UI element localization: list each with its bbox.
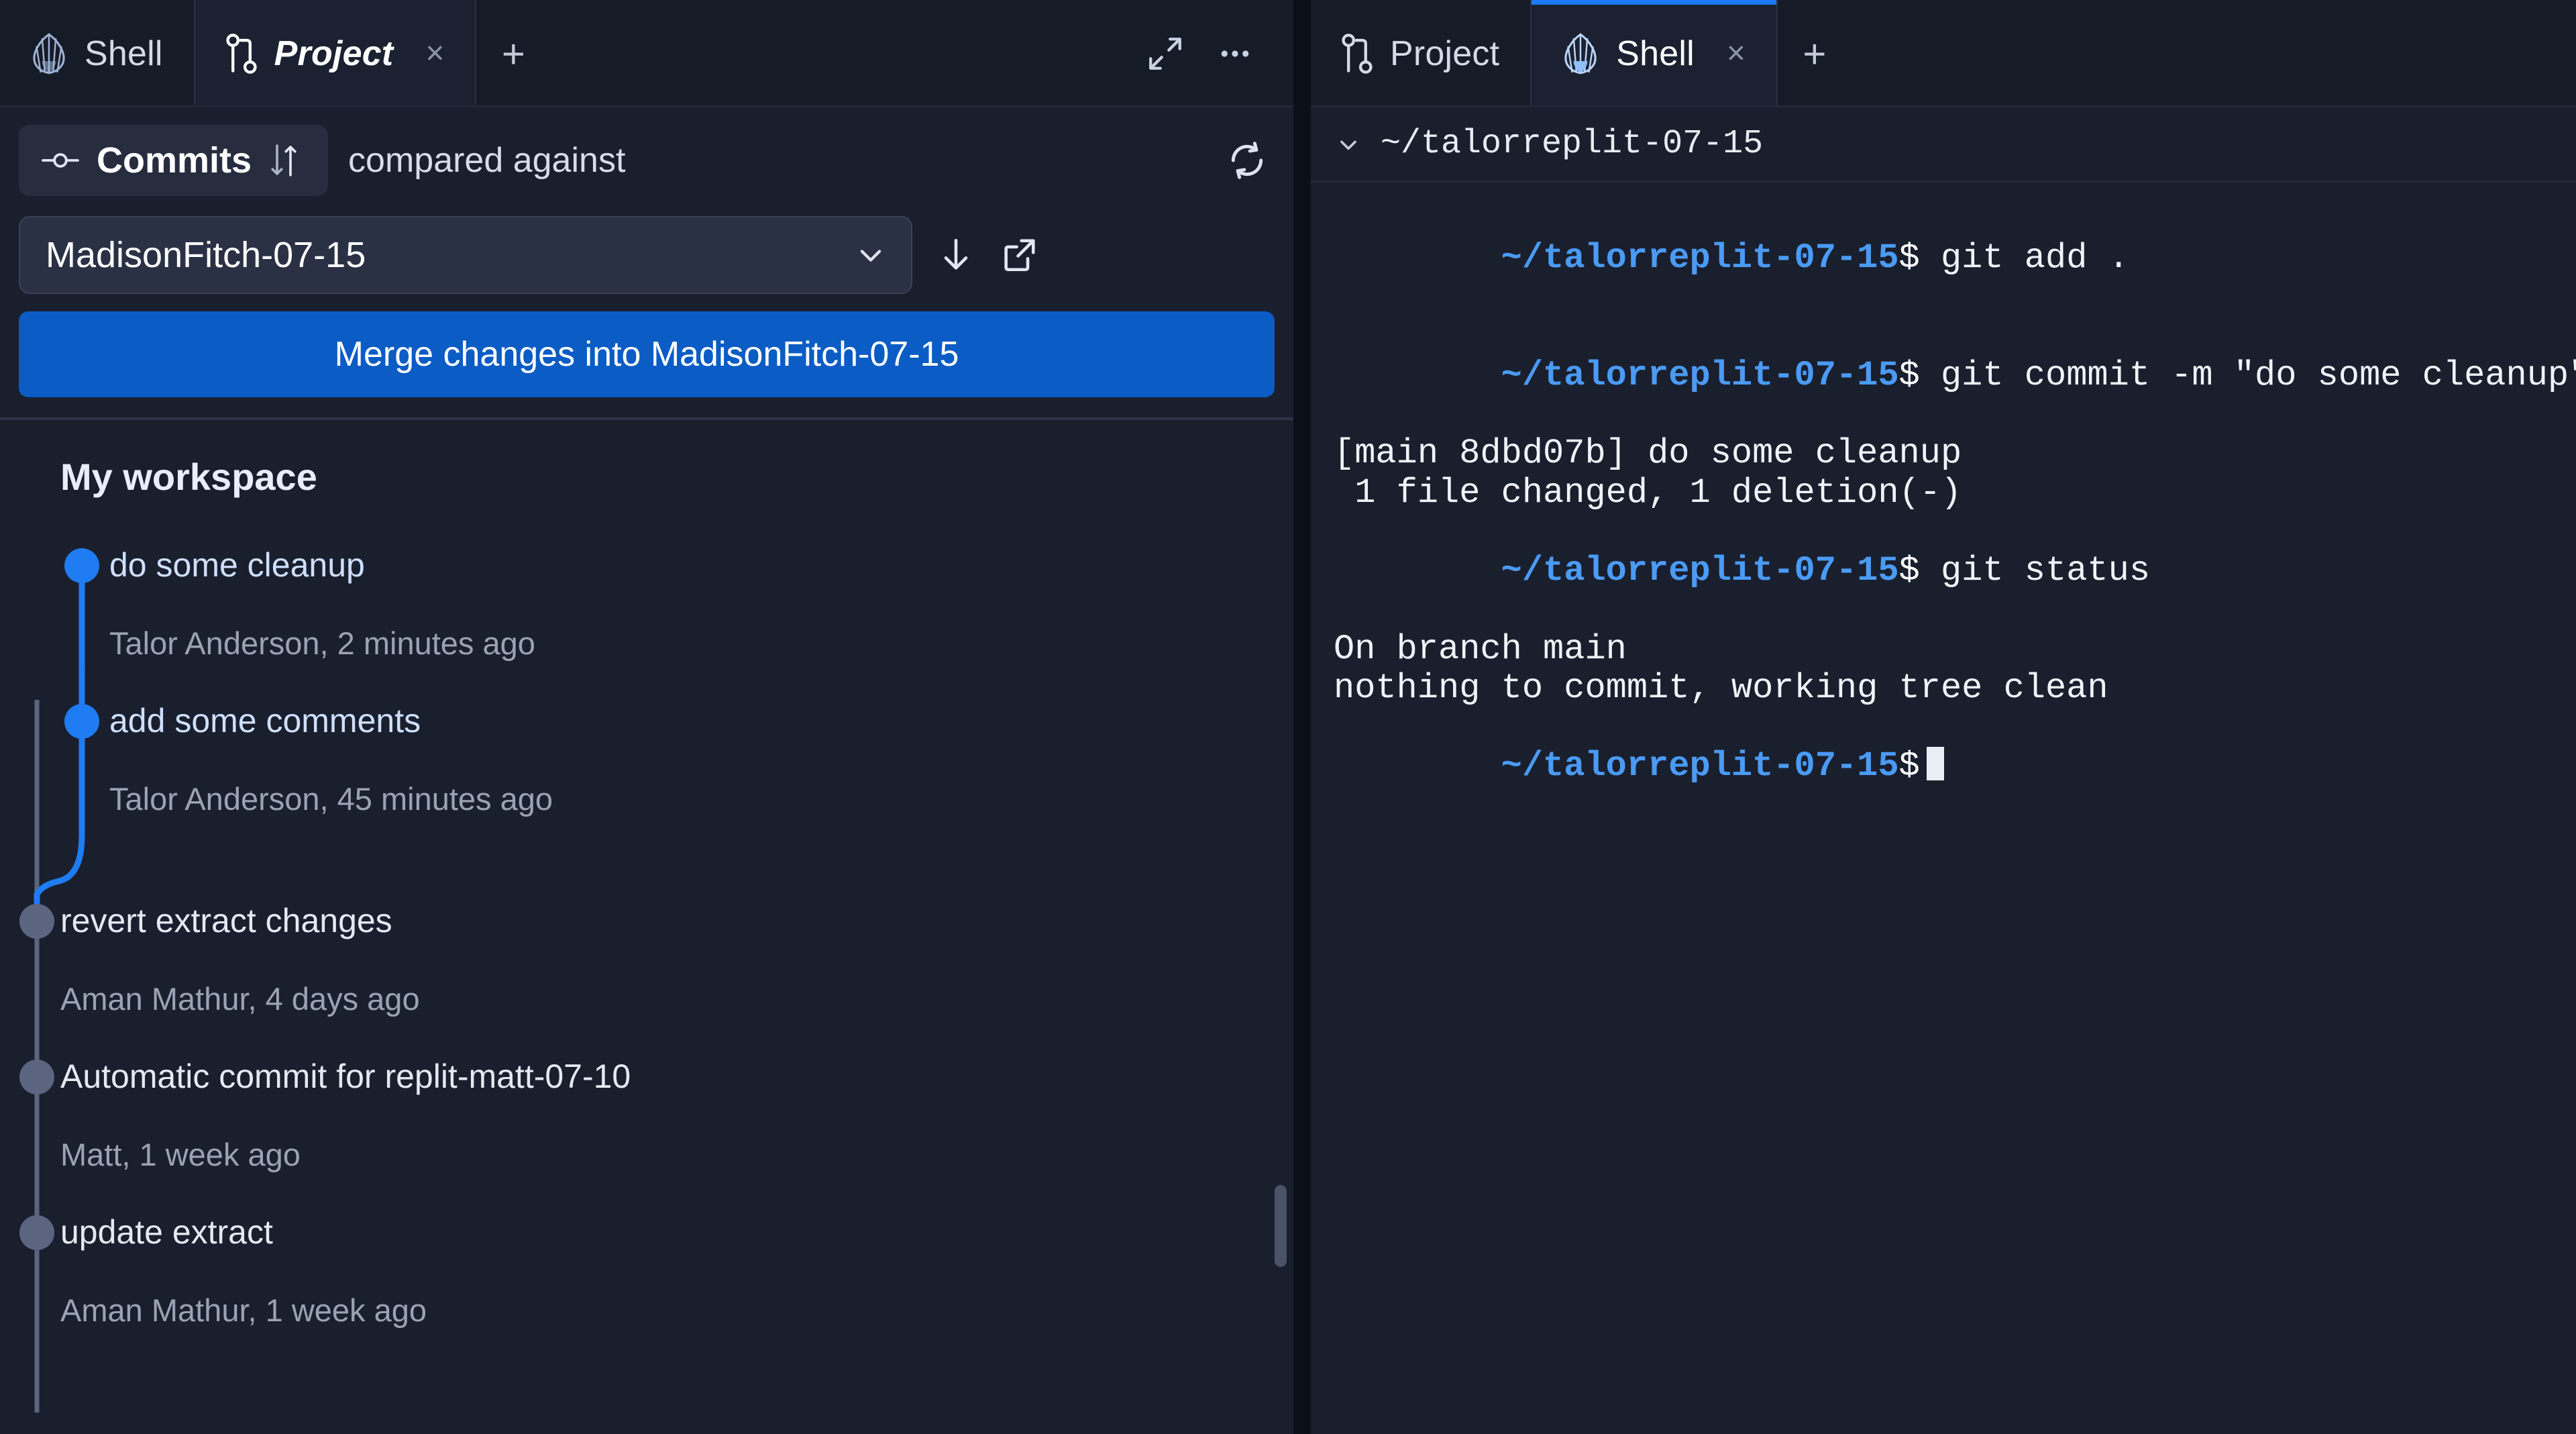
- terminal-prompt: ~/talorreplit-07-15: [1501, 551, 1899, 591]
- terminal-cursor: [1926, 747, 1944, 781]
- right-pane: Project Shell × + ~/talorreplit-07-15 ~/…: [1311, 0, 2576, 1434]
- commit-node-grey-3: [19, 1215, 54, 1250]
- commit-message: Automatic commit for replit-matt-07-10: [60, 1058, 631, 1095]
- git-branch-icon: [226, 33, 257, 74]
- terminal-line: ~/talorreplit-07-15$ git add .: [1334, 200, 2553, 317]
- commit-list[interactable]: My workspace do some cleanup Talor Ander…: [0, 420, 1293, 1434]
- commit-meta: Matt, 1 week ago: [60, 1137, 301, 1172]
- terminal-command: git commit -m "do some cleanup": [1919, 355, 2576, 395]
- right-tab-shell[interactable]: Shell ×: [1532, 0, 1776, 107]
- right-tabbar-spacer: [1851, 0, 2576, 107]
- right-tabbar-underline: [1311, 105, 2576, 107]
- sort-arrows-icon[interactable]: [269, 143, 299, 178]
- chevron-down-icon: [853, 238, 888, 272]
- terminal-line: [main 8dbd07b] do some cleanup: [1334, 433, 1962, 474]
- terminal-line: nothing to commit, working tree clean: [1334, 668, 2108, 708]
- commit-meta: Aman Mathur, 4 days ago: [60, 981, 420, 1017]
- right-tab-shell-label: Shell: [1616, 34, 1695, 73]
- terminal-line-active: ~/talorreplit-07-15$: [1334, 708, 2553, 825]
- compare-row: Commits compared against: [19, 125, 1275, 196]
- shell-icon: [1562, 33, 1599, 74]
- git-branch-icon: [1342, 33, 1373, 74]
- branch-row: MadisonFitch-07-15: [19, 216, 1275, 294]
- terminal-line: ~/talorreplit-07-15$ git status: [1334, 513, 2553, 630]
- workspace-root: Shell Project × + Commits compared again…: [0, 0, 2576, 1434]
- refresh-icon[interactable]: [1220, 133, 1275, 188]
- commit-node-blue-2: [64, 704, 99, 739]
- commit-meta: Talor Anderson, 45 minutes ago: [109, 781, 553, 817]
- commits-toggle-button[interactable]: Commits: [19, 125, 329, 196]
- terminal-prompt: ~/talorreplit-07-15: [1501, 746, 1899, 786]
- left-tabbar-actions: [1146, 0, 1293, 107]
- branch-select[interactable]: MadisonFitch-07-15: [19, 216, 912, 294]
- merge-button-wrap: Merge changes into MadisonFitch-07-15: [0, 294, 1293, 417]
- terminal-output[interactable]: ~/talorreplit-07-15$ git add . ~/talorre…: [1311, 183, 2576, 1434]
- git-panel: Commits compared against MadisonFitch-07…: [0, 107, 1293, 1434]
- pane-gutter[interactable]: [1293, 0, 1311, 1434]
- terminal-line: On branch main: [1334, 629, 1627, 669]
- commit-message: update extract: [60, 1213, 273, 1251]
- terminal-prompt: ~/talorreplit-07-15: [1501, 355, 1899, 395]
- right-tab-shell-close-icon[interactable]: ×: [1727, 38, 1746, 70]
- terminal-dollar: $: [1898, 355, 1920, 395]
- left-pane: Shell Project × + Commits compared again…: [0, 0, 1293, 1434]
- left-tab-project[interactable]: Project ×: [195, 0, 476, 107]
- commit-dot-icon: [42, 150, 79, 170]
- terminal-line: ~/talorreplit-07-15$ git commit -m "do s…: [1334, 317, 2576, 435]
- commit-node-blue-1: [64, 548, 99, 583]
- left-tab-project-close-icon[interactable]: ×: [425, 38, 444, 70]
- terminal-line: 1 file changed, 1 deletion(-): [1334, 472, 1962, 513]
- left-tab-project-label: Project: [274, 34, 394, 73]
- workspace-section-title: My workspace: [60, 456, 317, 498]
- terminal-command: git status: [1919, 551, 2151, 591]
- git-controls: Commits compared against MadisonFitch-07…: [0, 107, 1293, 294]
- commit-meta: Aman Mathur, 1 week ago: [60, 1292, 427, 1328]
- merge-changes-button[interactable]: Merge changes into MadisonFitch-07-15: [19, 311, 1275, 397]
- expand-icon[interactable]: [1146, 34, 1185, 73]
- pull-download-icon[interactable]: [936, 236, 975, 274]
- commit-message: add some comments: [109, 702, 421, 739]
- terminal-cwd: ~/talorreplit-07-15: [1381, 125, 1764, 163]
- commit-message: do some cleanup: [109, 546, 365, 584]
- right-tab-project-label: Project: [1390, 34, 1500, 73]
- left-tabbar-spacer: [550, 0, 1146, 107]
- left-tab-bar: Shell Project × +: [0, 0, 1293, 107]
- compared-against-label: compared against: [348, 141, 626, 180]
- terminal-command: git add .: [1919, 238, 2129, 278]
- right-new-tab-button[interactable]: +: [1778, 0, 1851, 107]
- terminal-prompt: ~/talorreplit-07-15: [1501, 238, 1899, 278]
- terminal-header[interactable]: ~/talorreplit-07-15: [1311, 107, 2576, 183]
- commit-meta: Talor Anderson, 2 minutes ago: [109, 625, 535, 661]
- terminal-dollar: $: [1898, 746, 1920, 786]
- active-tab-indicator: [1532, 0, 1776, 5]
- shell-icon: [31, 33, 67, 74]
- commit-message: revert extract changes: [60, 902, 392, 939]
- right-tab-bar: Project Shell × +: [1311, 0, 2576, 107]
- left-tab-shell[interactable]: Shell: [0, 0, 194, 107]
- commit-node-grey-1: [19, 904, 54, 939]
- commits-label: Commits: [97, 140, 252, 181]
- left-tab-shell-label: Shell: [85, 34, 163, 73]
- open-external-icon[interactable]: [1000, 236, 1038, 274]
- right-tab-project[interactable]: Project: [1311, 0, 1530, 107]
- commit-list-scrollbar[interactable]: [1275, 1185, 1287, 1267]
- commit-node-grey-2: [19, 1060, 54, 1094]
- chevron-down-icon[interactable]: [1334, 130, 1363, 159]
- left-new-tab-button[interactable]: +: [476, 0, 550, 107]
- terminal-dollar: $: [1898, 551, 1920, 591]
- more-options-icon[interactable]: [1216, 34, 1254, 73]
- terminal-dollar: $: [1898, 238, 1920, 278]
- branch-select-value: MadisonFitch-07-15: [46, 235, 366, 275]
